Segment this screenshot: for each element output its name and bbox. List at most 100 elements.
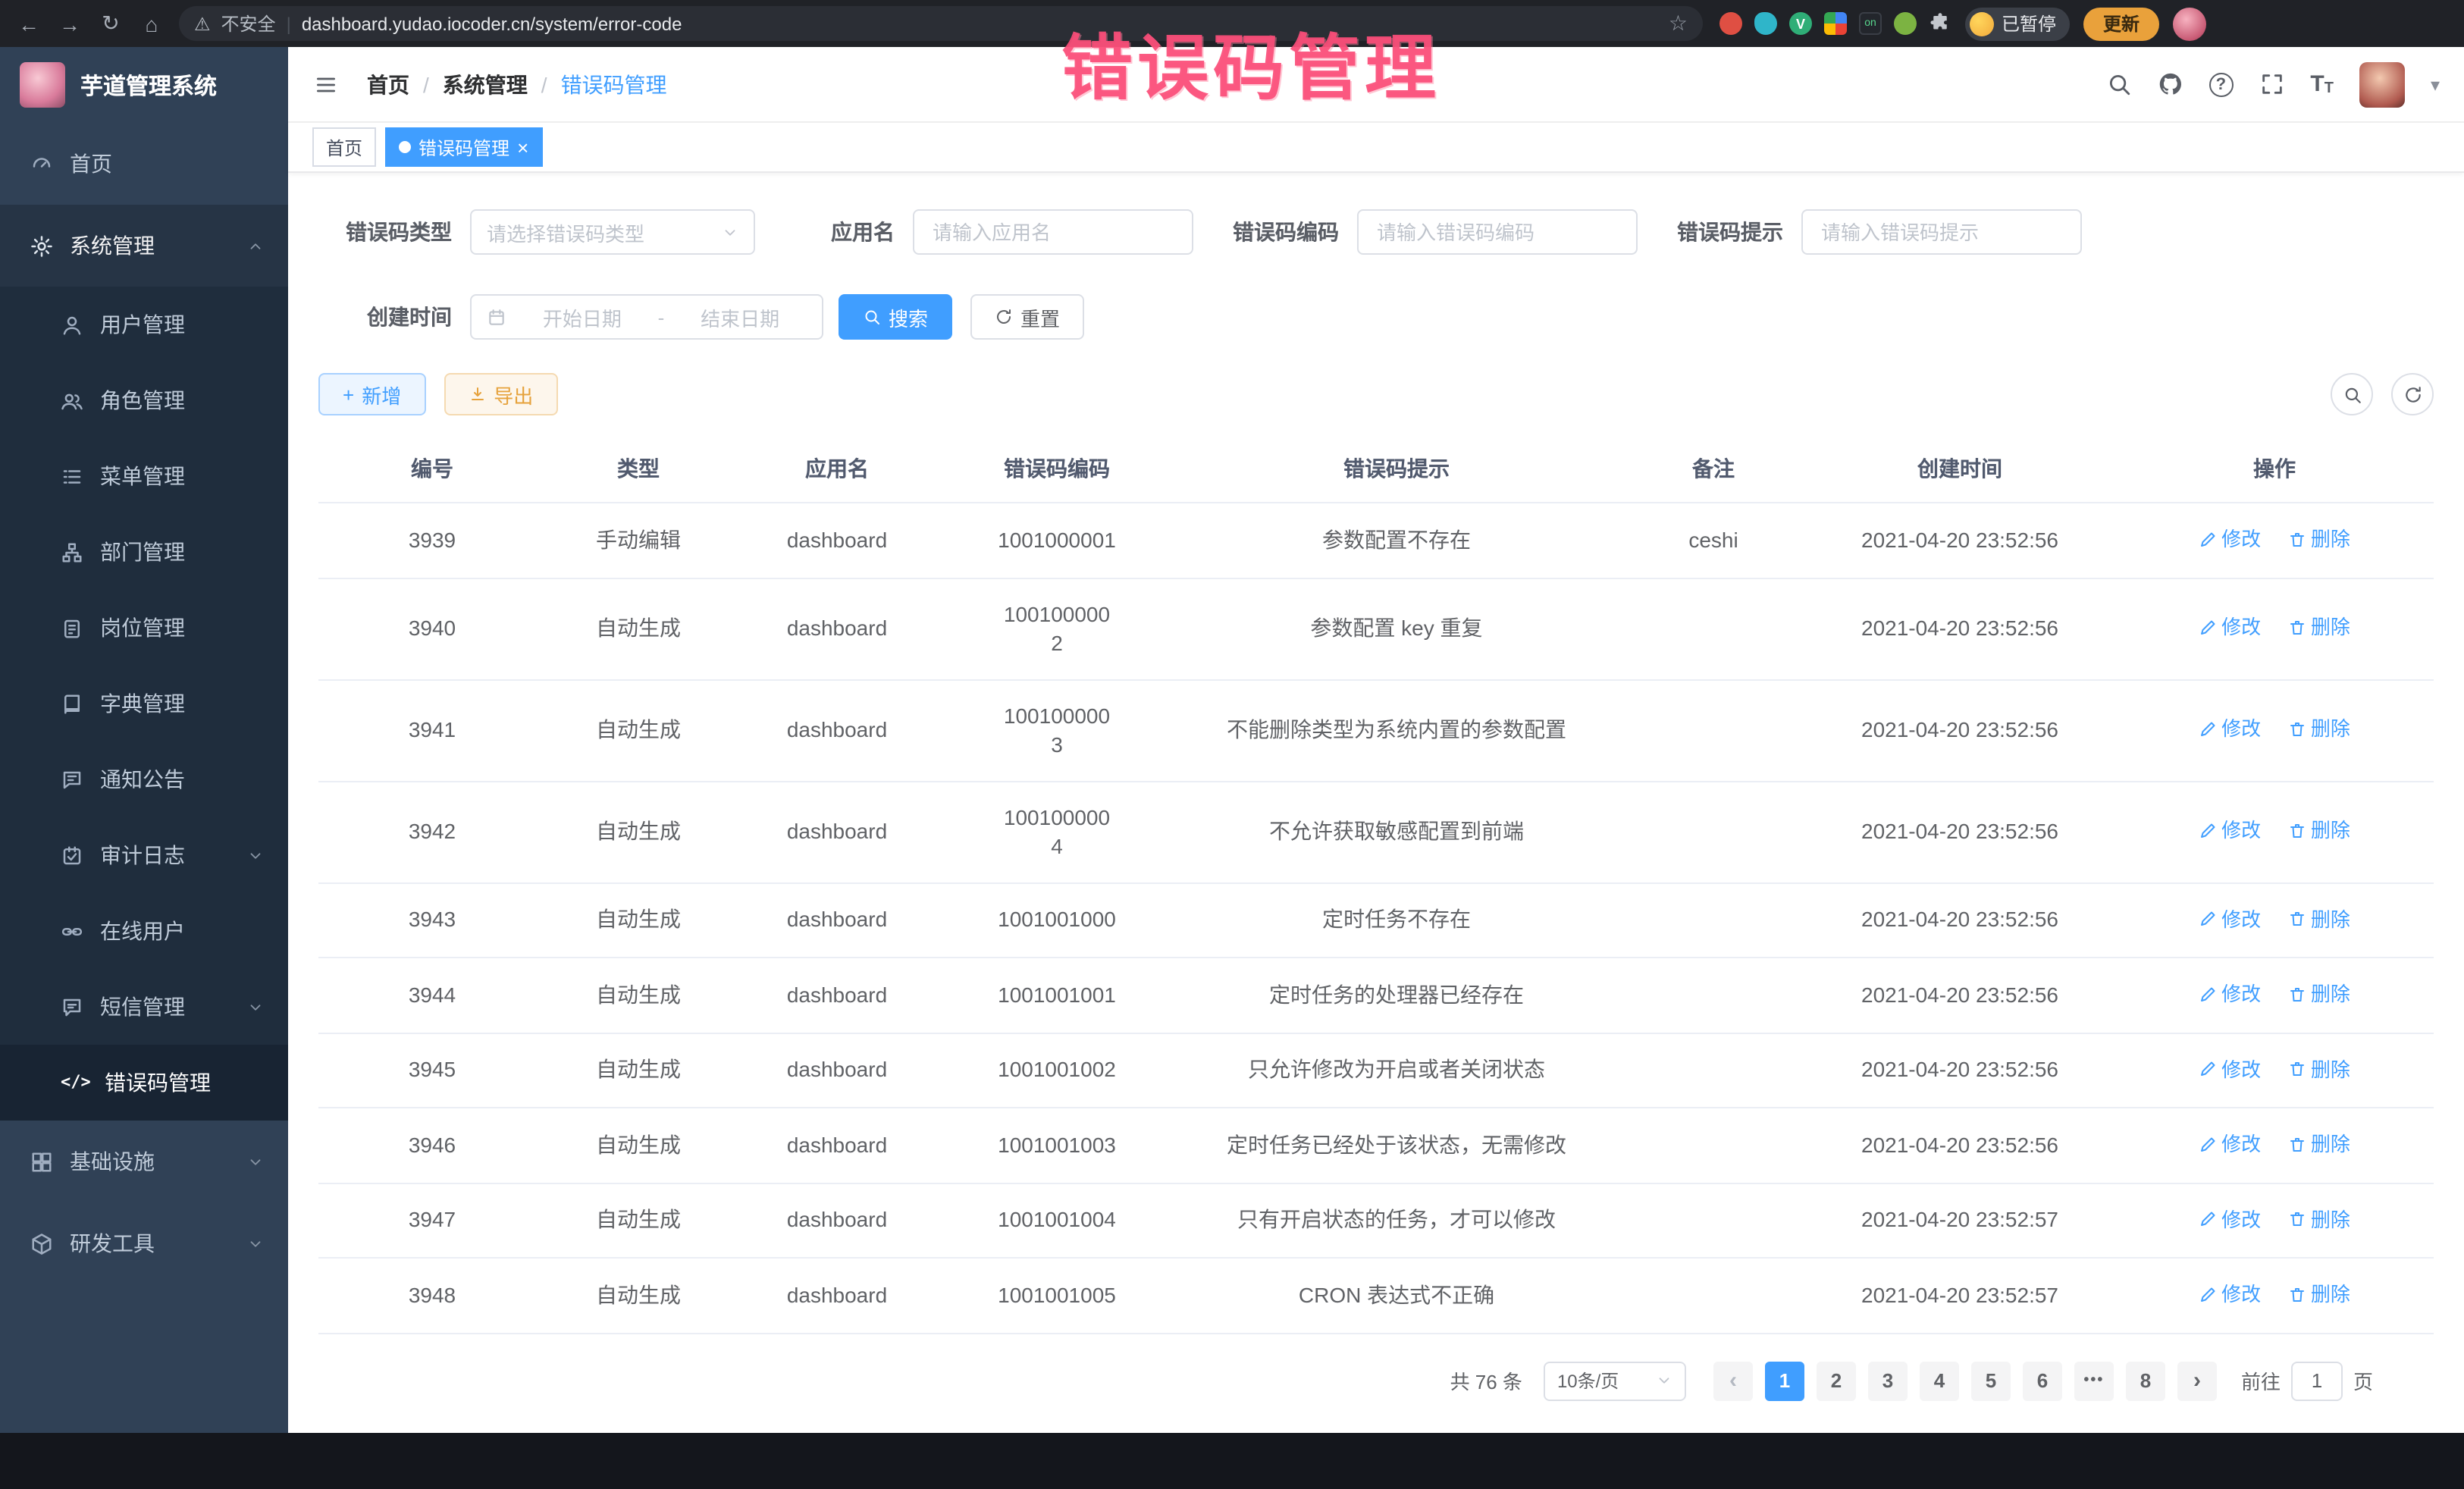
logo-avatar — [20, 62, 65, 108]
edit-link[interactable]: 修改 — [2199, 817, 2261, 845]
puzzle-icon[interactable] — [1929, 12, 1951, 35]
hamburger-icon[interactable] — [312, 72, 340, 96]
chevron-down-icon — [247, 1153, 264, 1170]
extension-red-icon[interactable] — [1719, 12, 1742, 35]
paused-badge[interactable]: 已暂停 — [1965, 7, 2070, 40]
back-icon[interactable]: ← — [15, 11, 42, 36]
next-page-button[interactable]: › — [2177, 1361, 2217, 1400]
sidebar-item-audit[interactable]: 审计日志 — [0, 817, 288, 893]
sidebar-item-menu[interactable]: 菜单管理 — [0, 438, 288, 514]
navbar-actions: ? TT ▾ — [2105, 61, 2440, 107]
cell-app: dashboard — [731, 781, 943, 882]
edit-link[interactable]: 修改 — [2199, 904, 2261, 933]
page-button-2[interactable]: 2 — [1817, 1361, 1856, 1400]
delete-link[interactable]: 删除 — [2288, 1055, 2350, 1083]
prev-page-button[interactable]: ‹ — [1713, 1361, 1753, 1400]
more-pages-button[interactable]: ••• — [2074, 1361, 2114, 1400]
delete-link[interactable]: 删除 — [2288, 525, 2350, 553]
sidebar-item-notice[interactable]: 通知公告 — [0, 741, 288, 817]
extension-green-icon[interactable] — [1894, 12, 1917, 35]
delete-link[interactable]: 删除 — [2288, 904, 2350, 933]
edit-link[interactable]: 修改 — [2199, 525, 2261, 553]
start-date-placeholder: 开始日期 — [516, 303, 649, 331]
page-button-1[interactable]: 1 — [1765, 1361, 1804, 1400]
sidebar-item-home[interactable]: 首页 — [0, 123, 288, 205]
sidebar-item-errorcode[interactable]: </> 错误码管理 — [0, 1045, 288, 1121]
help-icon[interactable]: ? — [2209, 72, 2233, 96]
sidebar-item-sms[interactable]: 短信管理 — [0, 969, 288, 1045]
sidebar-item-user[interactable]: 用户管理 — [0, 287, 288, 362]
caret-down-icon[interactable]: ▾ — [2431, 74, 2440, 95]
page-button-8[interactable]: 8 — [2126, 1361, 2165, 1400]
delete-link[interactable]: 删除 — [2288, 980, 2350, 1008]
vue-devtools-icon[interactable]: V — [1789, 12, 1812, 35]
page-size-value: 10条/页 — [1557, 1368, 1619, 1393]
sidebar-item-devtools[interactable]: 研发工具 — [0, 1202, 288, 1284]
github-icon[interactable] — [2157, 71, 2183, 97]
sidebar-item-post[interactable]: 岗位管理 — [0, 590, 288, 666]
app-name-input[interactable] — [913, 209, 1193, 255]
reset-button[interactable]: 重置 — [970, 294, 1084, 340]
user-avatar[interactable] — [2359, 61, 2405, 107]
delete-link[interactable]: 删除 — [2288, 1205, 2350, 1234]
font-size-icon[interactable]: TT — [2310, 71, 2334, 97]
edit-label: 修改 — [2221, 817, 2261, 845]
breadcrumb-system[interactable]: 系统管理 — [443, 69, 528, 99]
reload-icon[interactable]: ↻ — [97, 11, 124, 36]
edit-link[interactable]: 修改 — [2199, 980, 2261, 1008]
edit-link[interactable]: 修改 — [2199, 1205, 2261, 1234]
page-button-3[interactable]: 3 — [1868, 1361, 1908, 1400]
error-hint-input[interactable] — [1801, 209, 2082, 255]
goto-page-input[interactable] — [2291, 1361, 2343, 1400]
extension-on-icon[interactable]: on — [1859, 12, 1882, 35]
delete-link[interactable]: 删除 — [2288, 817, 2350, 845]
edit-link[interactable]: 修改 — [2199, 1280, 2261, 1309]
address-bar[interactable]: ⚠ 不安全 | dashboard.yudao.iocoder.cn/syste… — [179, 6, 1703, 41]
sidebar-item-infra[interactable]: 基础设施 — [0, 1121, 288, 1202]
delete-link[interactable]: 删除 — [2288, 715, 2350, 744]
tab-error-code[interactable]: 错误码管理 × — [385, 127, 542, 167]
close-icon[interactable]: × — [517, 137, 528, 157]
date-range-picker[interactable]: 开始日期 - 结束日期 — [470, 294, 823, 340]
page-button-4[interactable]: 4 — [1920, 1361, 1959, 1400]
edit-link[interactable]: 修改 — [2199, 1130, 2261, 1158]
col-header-code: 错误码编码 — [943, 435, 1171, 503]
sidebar-item-system[interactable]: 系统管理 — [0, 205, 288, 287]
breadcrumb-home[interactable]: 首页 — [367, 69, 409, 99]
sidebar-item-dict[interactable]: 字典管理 — [0, 666, 288, 741]
sidebar-item-dept[interactable]: 部门管理 — [0, 514, 288, 590]
delete-link[interactable]: 删除 — [2288, 613, 2350, 642]
forward-icon[interactable]: → — [56, 11, 83, 36]
toggle-search-button[interactable] — [2331, 373, 2373, 415]
sidebar-label: 用户管理 — [100, 309, 185, 340]
search-button[interactable]: 搜索 — [839, 294, 952, 340]
update-button[interactable]: 更新 — [2083, 7, 2159, 40]
export-button[interactable]: 导出 — [444, 373, 557, 415]
cell-id: 3947 — [318, 1183, 546, 1258]
error-code-input[interactable] — [1357, 209, 1638, 255]
extension-grid-icon[interactable] — [1824, 12, 1847, 35]
sidebar-item-online[interactable]: 在线用户 — [0, 893, 288, 969]
home-icon[interactable]: ⌂ — [138, 11, 165, 36]
sidebar-item-role[interactable]: 角色管理 — [0, 362, 288, 438]
edit-link[interactable]: 修改 — [2199, 613, 2261, 642]
delete-link[interactable]: 删除 — [2288, 1280, 2350, 1309]
extension-teal-icon[interactable] — [1754, 12, 1777, 35]
page-button-5[interactable]: 5 — [1971, 1361, 2011, 1400]
edit-link[interactable]: 修改 — [2199, 715, 2261, 744]
bookmark-star-icon[interactable]: ☆ — [1669, 11, 1688, 36]
tab-home[interactable]: 首页 — [312, 127, 376, 167]
fullscreen-icon[interactable] — [2259, 71, 2284, 97]
edit-link[interactable]: 修改 — [2199, 1055, 2261, 1083]
page-size-select[interactable]: 10条/页 — [1544, 1361, 1686, 1400]
table-row: 3944 自动生成 dashboard 1001001001 定时任务的处理器已… — [318, 958, 2434, 1033]
page-button-6[interactable]: 6 — [2023, 1361, 2062, 1400]
delete-link[interactable]: 删除 — [2288, 1130, 2350, 1158]
add-button[interactable]: + 新增 — [318, 373, 425, 415]
cell-remark — [1622, 578, 1804, 679]
browser-profile-avatar[interactable] — [2173, 7, 2206, 40]
error-type-select[interactable]: 请选择错误码类型 — [470, 209, 755, 255]
refresh-table-button[interactable] — [2391, 373, 2434, 415]
cell-hint: 参数配置不存在 — [1171, 503, 1622, 578]
search-icon[interactable] — [2105, 71, 2131, 97]
